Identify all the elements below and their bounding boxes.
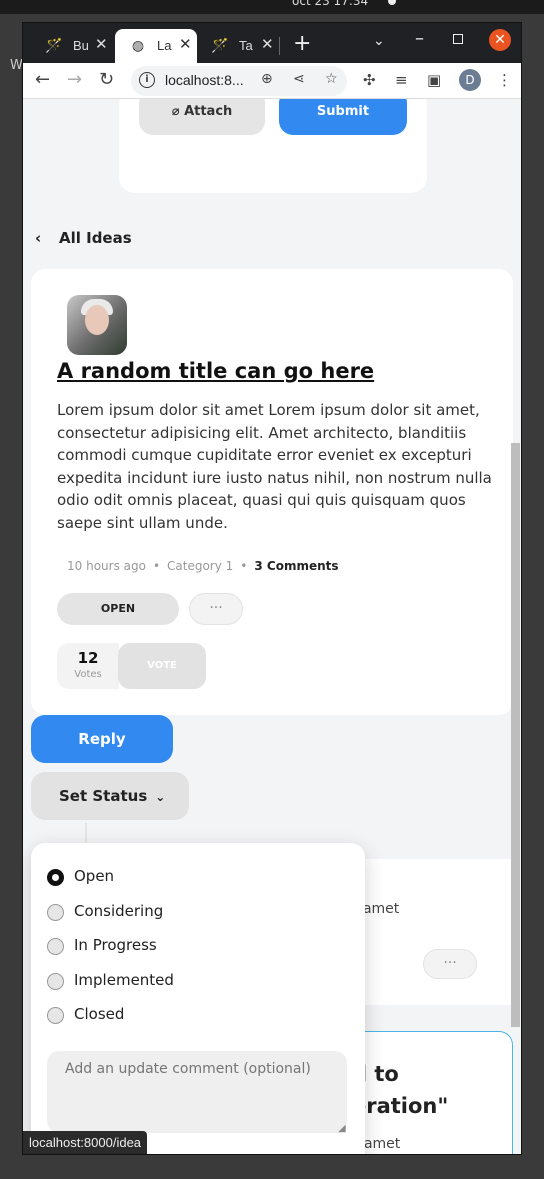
page-viewport: ⌀ Attach Submit ‹ All Ideas A random tit… xyxy=(23,99,521,1154)
tab-divider xyxy=(279,37,280,55)
vote-count-box: 12 Votes xyxy=(57,643,119,689)
chevron-down-icon: ⌄ xyxy=(155,790,166,804)
author-avatar[interactable] xyxy=(67,295,127,355)
tab-title: Ta xyxy=(239,38,253,53)
profile-avatar[interactable]: D xyxy=(459,69,481,91)
new-tab-icon[interactable]: + xyxy=(293,31,311,56)
forward-arrow-icon[interactable]: → xyxy=(67,69,82,90)
reload-icon[interactable]: ↻ xyxy=(99,69,114,90)
status-option-label: Open xyxy=(74,867,115,885)
browser-toolbar: ← → ↻ i localhost:8... ⊕ ⋖ ☆ ✣ ≡ ▣ D ⋮ xyxy=(23,63,521,99)
close-icon[interactable]: ✕ xyxy=(261,35,274,53)
radio-unselected[interactable] xyxy=(47,904,64,921)
set-status-button[interactable]: Set Status ⌄ xyxy=(31,772,189,820)
idea-form-card: ⌀ Attach Submit xyxy=(119,99,427,193)
bookmark-star-icon[interactable]: ☆ xyxy=(325,71,338,87)
comments-count: 3 Comments xyxy=(254,559,339,573)
side-panel-icon[interactable]: ▣ xyxy=(427,71,441,89)
resize-grip-icon[interactable]: ◢ xyxy=(338,1123,346,1134)
idea-description: Lorem ipsum dolor sit amet Lorem ipsum d… xyxy=(57,401,492,532)
set-status-label: Set Status xyxy=(59,787,148,805)
tab-title: La xyxy=(157,38,172,53)
more-options-button[interactable]: ··· xyxy=(189,593,243,625)
idea-title[interactable]: A random title can go here xyxy=(57,359,374,383)
globe-icon: ◍ xyxy=(131,37,145,53)
zoom-icon[interactable]: ⊕ xyxy=(261,71,273,87)
update-comment-field[interactable] xyxy=(47,1051,347,1133)
close-icon[interactable]: ✕ xyxy=(179,35,192,53)
vote-count: 12 xyxy=(77,649,99,667)
status-update-title-line2: eration" xyxy=(352,1094,449,1118)
time-ago: 10 hours ago xyxy=(67,559,146,573)
comment-more-button[interactable]: ··· xyxy=(423,949,477,979)
back-arrow-icon[interactable]: ← xyxy=(35,69,50,90)
system-top-bar: oct 23 17:34 xyxy=(0,0,544,14)
tab-strip: 🪄 Bu ✕ ◍ La ✕ 🪄 Ta ✕ + ⌄ – ✕ xyxy=(23,23,521,63)
close-icon[interactable]: ✕ xyxy=(95,35,108,53)
radio-selected[interactable] xyxy=(47,869,64,886)
set-status-popover: Open Considering In Progress Implemented… xyxy=(31,843,365,1154)
scrollbar[interactable] xyxy=(511,443,520,1027)
address-url: localhost:8... xyxy=(165,72,244,88)
address-bar[interactable]: i localhost:8... ⊕ ⋖ ☆ xyxy=(131,66,347,96)
system-clock: oct 23 17:34 xyxy=(292,0,369,8)
chevron-down-icon[interactable]: ⌄ xyxy=(373,33,385,49)
vote-button[interactable]: VOTE xyxy=(118,643,206,689)
share-icon[interactable]: ⋖ xyxy=(293,71,305,87)
status-dot-icon xyxy=(388,0,396,5)
reply-button[interactable]: Reply xyxy=(31,715,173,763)
back-label: All Ideas xyxy=(59,229,132,247)
window-close-icon[interactable]: ✕ xyxy=(489,29,511,51)
kebab-menu-icon[interactable]: ⋮ xyxy=(497,71,512,89)
wand-icon: 🪄 xyxy=(211,37,229,53)
media-icon[interactable]: ≡ xyxy=(395,71,408,89)
chevron-left-icon: ‹ xyxy=(35,229,42,247)
info-icon[interactable]: i xyxy=(139,72,155,88)
attach-button[interactable]: ⌀ Attach xyxy=(139,99,265,135)
attach-label: Attach xyxy=(184,104,233,119)
browser-window: 🪄 Bu ✕ ◍ La ✕ 🪄 Ta ✕ + ⌄ – ✕ ← → ↻ i loc… xyxy=(22,22,522,1155)
status-option-label: Implemented xyxy=(74,971,174,989)
maximize-icon[interactable] xyxy=(453,34,463,44)
meta-separator: • xyxy=(240,559,248,573)
status-option-label: Considering xyxy=(74,902,164,920)
desktop-text: W xyxy=(10,58,23,73)
tab-title: Bu xyxy=(73,38,89,53)
submit-button[interactable]: Submit xyxy=(279,99,407,135)
meta-separator: • xyxy=(152,559,161,573)
status-badge: OPEN xyxy=(57,593,179,625)
status-option-label: In Progress xyxy=(74,936,157,954)
radio-unselected[interactable] xyxy=(47,973,64,990)
idea-meta: 10 hours ago • Category 1 • 3 Comments xyxy=(67,559,339,573)
tab-bu[interactable]: 🪄 Bu ✕ xyxy=(31,29,113,63)
paperclip-icon: ⌀ xyxy=(171,104,185,119)
wand-icon: 🪄 xyxy=(45,37,63,53)
votes-label: Votes xyxy=(74,669,102,680)
radio-unselected[interactable] xyxy=(47,938,64,955)
status-bar-url: localhost:8000/idea xyxy=(23,1131,148,1154)
tab-ta[interactable]: 🪄 Ta ✕ xyxy=(197,29,279,63)
extensions-icon[interactable]: ✣ xyxy=(363,71,376,89)
idea-card: A random title can go here Lorem ipsum d… xyxy=(31,269,513,715)
status-option-label: Closed xyxy=(74,1005,125,1023)
radio-unselected[interactable] xyxy=(47,1007,64,1024)
avatar-face xyxy=(85,305,109,335)
category-label: Category 1 xyxy=(167,559,234,573)
tab-la[interactable]: ◍ La ✕ xyxy=(115,29,197,63)
minimize-icon[interactable]: – xyxy=(415,28,424,49)
